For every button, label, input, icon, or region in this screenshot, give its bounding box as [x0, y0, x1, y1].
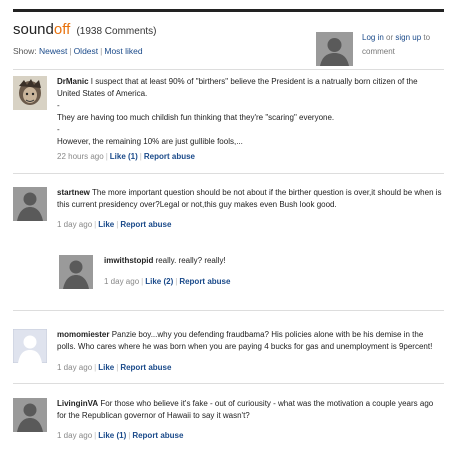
like-link[interactable]: Like: [98, 220, 114, 229]
report-abuse-link[interactable]: Report abuse: [120, 220, 171, 229]
avatar[interactable]: [13, 187, 47, 221]
comment-author[interactable]: startnew: [57, 188, 90, 197]
divider-line: [13, 383, 444, 384]
divider-line: [13, 173, 444, 174]
sort-most-liked-link[interactable]: Most liked: [104, 46, 142, 56]
comment-author[interactable]: momomiester: [57, 330, 109, 339]
soundoff-title: soundoff (1938 Comments): [13, 22, 156, 40]
avatar[interactable]: [13, 329, 47, 363]
sort-oldest-link[interactable]: Oldest: [74, 46, 99, 56]
comment-author[interactable]: imwithstopid: [104, 256, 153, 265]
comment-meta: 22 hours ago | Like (1) | Report abuse: [57, 152, 195, 161]
user-silhouette-icon: [13, 187, 47, 221]
timestamp: 1 day ago: [104, 277, 140, 286]
or-text: or: [386, 33, 394, 42]
avatar[interactable]: [13, 76, 47, 110]
avatar[interactable]: [13, 398, 47, 432]
report-abuse-link[interactable]: Report abuse: [120, 363, 171, 372]
report-abuse-link[interactable]: Report abuse: [179, 277, 230, 286]
like-link[interactable]: Like (2): [145, 277, 173, 286]
default-avatar: [316, 32, 353, 66]
comment-text: momomiester Panzie boy...why you defendi…: [57, 329, 442, 353]
timestamp: 1 day ago: [57, 431, 93, 440]
divider-line: [13, 310, 444, 311]
login-link[interactable]: Log in: [362, 33, 384, 42]
like-link[interactable]: Like (1): [110, 152, 138, 161]
comment-text: LivinginVA For those who believe it's fa…: [57, 398, 442, 422]
comment-line: They are having too much childish fun th…: [57, 113, 335, 122]
comment-body: Panzie boy...why you defending fraudbama…: [57, 330, 433, 351]
report-abuse-link[interactable]: Report abuse: [132, 431, 183, 440]
brand-sound: sound: [13, 21, 54, 38]
timestamp: 1 day ago: [57, 220, 93, 229]
comment-meta: 1 day ago | Like | Report abuse: [57, 220, 172, 229]
comment-author[interactable]: LivinginVA: [57, 399, 98, 408]
timestamp: 22 hours ago: [57, 152, 104, 161]
user-photo-icon: [13, 76, 47, 110]
comment-line: -: [57, 101, 60, 110]
top-rule: [13, 9, 444, 12]
comment-body: really. really? really!: [155, 256, 226, 265]
user-silhouette-icon: [316, 32, 353, 66]
signup-link[interactable]: sign up: [395, 33, 421, 42]
user-silhouette-icon: [13, 398, 47, 432]
sort-newest-link[interactable]: Newest: [39, 46, 67, 56]
divider: |: [100, 46, 103, 56]
brand-off: off: [53, 21, 71, 38]
comment-line: -: [57, 125, 60, 134]
comment-body: The more important question should be no…: [57, 188, 442, 209]
report-abuse-link[interactable]: Report abuse: [144, 152, 195, 161]
like-link[interactable]: Like (1): [98, 431, 126, 440]
sort-options: Show: Newest | Oldest | Most liked: [13, 45, 143, 57]
avatar[interactable]: [59, 255, 93, 289]
comment-line: I suspect that at least 90% of "birthers…: [57, 77, 418, 98]
comment-text: DrManic I suspect that at least 90% of "…: [57, 76, 442, 148]
comment-meta: 1 day ago | Like | Report abuse: [57, 363, 172, 372]
show-label: Show:: [13, 46, 37, 56]
comment-body: For those who believe it's fake - out of…: [57, 399, 434, 420]
comment-count: (1938 Comments): [76, 26, 157, 37]
login-prompt: Log in or sign up to comment: [362, 31, 442, 59]
comment-author[interactable]: DrManic: [57, 77, 89, 86]
reply-text: imwithstopid really. really? really!: [104, 255, 434, 267]
timestamp: 1 day ago: [57, 363, 93, 372]
comment-meta: 1 day ago | Like (1) | Report abuse: [57, 431, 184, 440]
user-silhouette-icon: [59, 255, 93, 289]
comment-line: However, the remaining 10% are just gull…: [57, 137, 243, 146]
like-link[interactable]: Like: [98, 363, 114, 372]
divider-line: [13, 69, 444, 70]
comment-text: startnew The more important question sho…: [57, 187, 442, 211]
comment-meta: 1 day ago | Like (2) | Report abuse: [104, 277, 231, 286]
divider: |: [69, 46, 72, 56]
facebook-default-avatar-icon: [13, 329, 47, 363]
